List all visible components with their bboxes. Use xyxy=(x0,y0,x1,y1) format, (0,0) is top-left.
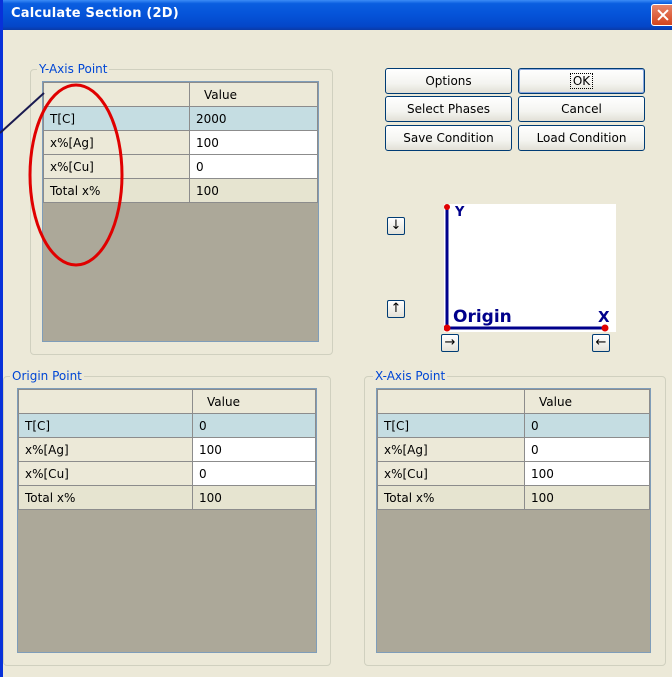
table-row[interactable]: T[C] 0 xyxy=(377,413,650,438)
arrow-up-icon: ↑ xyxy=(390,301,402,316)
y-axis-point-label: Y-Axis Point xyxy=(37,62,110,76)
origin-point-label: Origin Point xyxy=(10,369,84,383)
calculate-section-dialog: Calculate Section (2D) Y-Axis Point Valu… xyxy=(0,0,672,677)
y-axis-point-grid[interactable]: Value T[C] 2000 x%[Ag] 100 x%[Cu] 0 Total x… xyxy=(42,81,319,342)
row-value[interactable]: 0 xyxy=(192,413,316,438)
x-axis-point-label: X-Axis Point xyxy=(373,369,448,383)
section-plot-svg: Y Origin X xyxy=(443,204,610,332)
row-name: T[C] xyxy=(377,413,525,438)
row-value[interactable]: 0 xyxy=(189,154,318,179)
window-title: Calculate Section (2D) xyxy=(11,6,179,21)
table-row[interactable]: x%[Cu] 100 xyxy=(377,461,650,486)
row-name: Total x% xyxy=(43,178,190,203)
save-condition-button[interactable]: Save Condition xyxy=(385,125,512,151)
table-header-row: Value xyxy=(377,389,650,414)
header-value-cell: Value xyxy=(524,389,650,414)
origin-point-marker xyxy=(443,324,451,332)
arrow-down-icon: ↓ xyxy=(390,218,402,233)
table-row[interactable]: x%[Ag] 100 xyxy=(43,130,318,155)
header-value-cell: Value xyxy=(192,389,316,414)
move-up-button[interactable]: ↑ xyxy=(387,300,405,318)
row-name: x%[Cu] xyxy=(18,461,193,486)
row-name: Total x% xyxy=(18,485,193,510)
row-value[interactable]: 0 xyxy=(524,413,650,438)
options-button[interactable]: Options xyxy=(385,68,512,94)
title-bar[interactable]: Calculate Section (2D) xyxy=(3,0,672,30)
plot-x-label: X xyxy=(598,308,610,326)
table-row[interactable]: x%[Ag] 0 xyxy=(377,437,650,462)
close-button[interactable] xyxy=(651,4,672,26)
row-name: x%[Cu] xyxy=(377,461,525,486)
arrow-left-icon: ← xyxy=(595,335,607,350)
table-row[interactable]: x%[Ag] 100 xyxy=(18,437,316,462)
row-value[interactable]: 100 xyxy=(189,130,318,155)
row-name: Total x% xyxy=(377,485,525,510)
header-name-cell xyxy=(377,389,525,414)
table-header-row: Value xyxy=(43,82,318,107)
origin-point-grid[interactable]: Value T[C] 0 x%[Ag] 100 x%[Cu] 0 Total x% 10… xyxy=(17,388,317,653)
move-left-button[interactable]: ← xyxy=(592,334,610,352)
row-name: x%[Ag] xyxy=(18,437,193,462)
x-axis-point-grid[interactable]: Value T[C] 0 x%[Ag] 0 x%[Cu] 100 Total x% 10… xyxy=(376,388,651,653)
row-name: T[C] xyxy=(18,413,193,438)
table-row[interactable]: Total x% 100 xyxy=(18,485,316,510)
row-value[interactable]: 100 xyxy=(524,485,650,510)
arrow-right-icon: → xyxy=(444,335,456,350)
header-name-cell xyxy=(18,389,193,414)
move-down-button[interactable]: ↓ xyxy=(387,217,405,235)
load-condition-button[interactable]: Load Condition xyxy=(518,125,645,151)
table-row[interactable]: T[C] 0 xyxy=(18,413,316,438)
row-value[interactable]: 0 xyxy=(524,437,650,462)
plot-y-label: Y xyxy=(454,205,465,220)
row-value[interactable]: 100 xyxy=(524,461,650,486)
cancel-button[interactable]: Cancel xyxy=(518,96,645,122)
row-name: x%[Ag] xyxy=(43,130,190,155)
table-row[interactable]: Total x% 100 xyxy=(43,178,318,203)
table-row[interactable]: x%[Cu] 0 xyxy=(43,154,318,179)
section-plot: Y Origin X xyxy=(443,204,616,332)
header-value-cell: Value xyxy=(189,82,318,107)
row-value[interactable]: 100 xyxy=(192,485,316,510)
table-header-row: Value xyxy=(18,389,316,414)
row-value[interactable]: 100 xyxy=(192,437,316,462)
plot-origin-label: Origin xyxy=(453,307,512,327)
row-value[interactable]: 100 xyxy=(189,178,318,203)
row-name: x%[Ag] xyxy=(377,437,525,462)
row-name: T[C] xyxy=(43,106,190,131)
table-row[interactable]: x%[Cu] 0 xyxy=(18,461,316,486)
ok-button[interactable]: OK xyxy=(518,68,645,94)
table-row[interactable]: T[C] 2000 xyxy=(43,106,318,131)
table-row[interactable]: Total x% 100 xyxy=(377,485,650,510)
move-right-button[interactable]: → xyxy=(441,334,459,352)
header-name-cell xyxy=(43,82,190,107)
row-value[interactable]: 2000 xyxy=(189,106,318,131)
select-phases-button[interactable]: Select Phases xyxy=(385,96,512,122)
row-name: x%[Cu] xyxy=(43,154,190,179)
y-axis-point-marker xyxy=(444,204,450,210)
row-value[interactable]: 0 xyxy=(192,461,316,486)
